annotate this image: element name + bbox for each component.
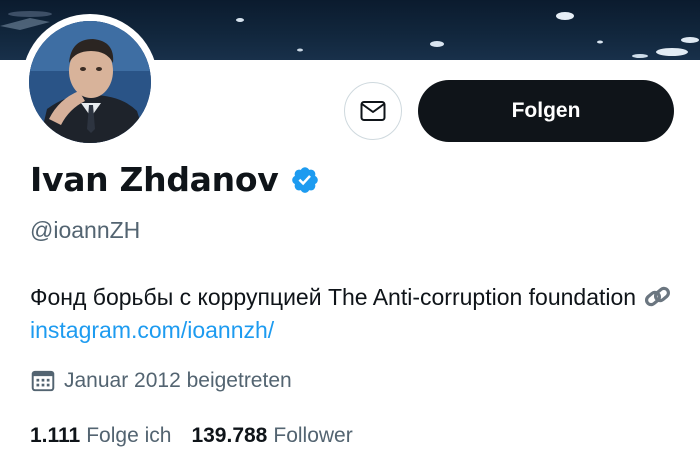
verified-badge-icon[interactable] [290,165,320,195]
joined-text: Januar 2012 beigetreten [64,369,292,392]
following-label: Folge ich [86,424,172,447]
message-button[interactable] [344,82,402,140]
following-link[interactable]: 1.111 Folge ich [30,424,171,448]
calendar-icon [31,370,55,392]
profile-handle: @ioannZH [30,217,141,243]
profile-name-row: Ivan Zhdanov [30,160,320,199]
bio-text: Фонд борьбы с коррупцией The Anti-corrup… [30,284,643,310]
envelope-icon [360,101,386,121]
bio-link[interactable]: instagram.com/ioannzh/ [30,317,274,343]
profile-name: Ivan Zhdanov [30,160,279,199]
avatar[interactable] [29,21,151,143]
following-count: 1.111 [30,424,81,447]
followers-link[interactable]: 139.788 Follower [191,424,352,448]
profile-bio: Фонд борьбы с коррупцией The Anti-corrup… [30,281,680,347]
profile-stats: 1.111 Folge ich 139.788 Follower [30,424,353,448]
link-icon [644,286,670,307]
avatar-frame [22,14,158,150]
joined-date: Januar 2012 beigetreten [30,368,292,394]
followers-label: Follower [273,424,353,447]
followers-count: 139.788 [191,424,268,447]
follow-button[interactable]: Folgen [418,80,674,142]
